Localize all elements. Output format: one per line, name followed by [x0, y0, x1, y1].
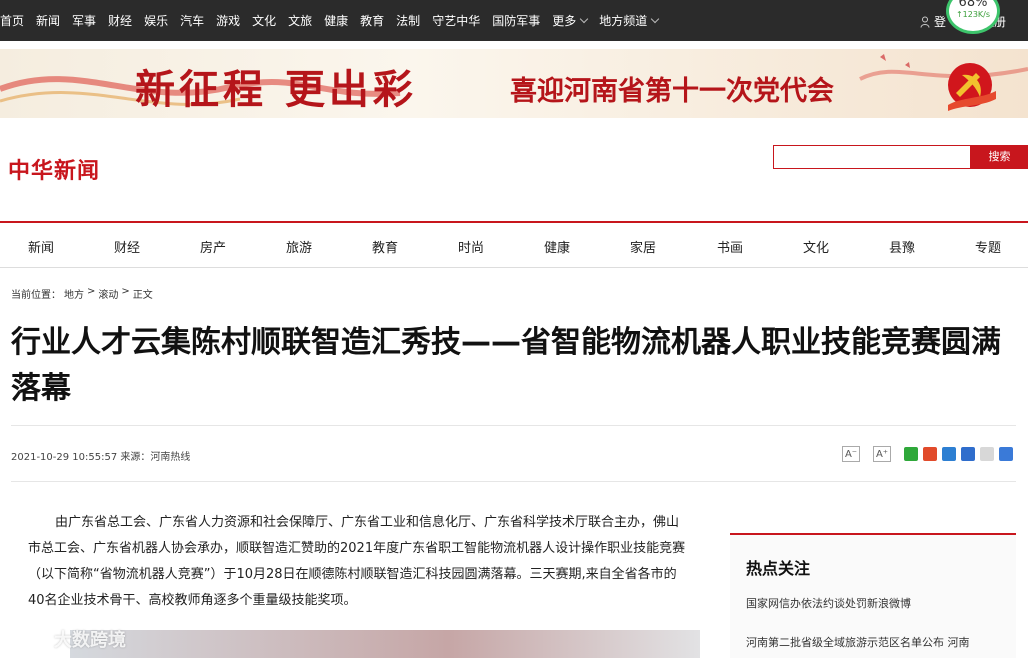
article-tools: A⁻ A⁺ — [842, 446, 1018, 462]
breadcrumb-separator: > — [87, 286, 96, 297]
breadcrumb: 当前位置： 地方 > 滚动 > 正文 — [11, 286, 156, 301]
top-nav-health[interactable]: 健康 — [324, 12, 348, 29]
top-nav-local-label: 地方频道 — [599, 14, 648, 28]
breadcrumb-item-local[interactable]: 地方 — [64, 286, 84, 301]
font-smaller-button[interactable]: A⁻ — [842, 446, 860, 462]
chevron-down-icon — [651, 14, 660, 23]
more-share-icon[interactable] — [999, 447, 1013, 461]
user-icon — [920, 16, 930, 28]
watermark-text: 大数跨境 — [54, 630, 126, 651]
hot-topic-item[interactable]: 国家网信办依法约谈处罚新浪微博 — [746, 595, 911, 611]
top-nav: 首页 新闻 军事 财经 娱乐 汽车 游戏 文化 文旅 健康 教育 法制 守艺中华… — [0, 0, 670, 41]
hot-topics-panel: 热点关注 国家网信办依法约谈处罚新浪微博 河南第二批省级全域旅游示范区名单公布 … — [730, 533, 1016, 658]
watermark-logo-icon — [10, 632, 45, 646]
watermark: 大数跨境 — [8, 626, 126, 652]
channel-health[interactable]: 健康 — [544, 237, 570, 256]
channel-calligraphy[interactable]: 书画 — [717, 237, 743, 256]
speed-rate: ↑123K/s — [955, 10, 991, 19]
top-nav-news[interactable]: 新闻 — [36, 12, 60, 29]
channel-news[interactable]: 新闻 — [28, 237, 54, 256]
site-logo[interactable]: 中华新闻 — [8, 153, 100, 185]
banner-motto: 新征程 更出彩 — [135, 66, 417, 113]
login-link[interactable]: 登 — [934, 13, 946, 30]
banner-subtitle: 喜迎河南省第十一次党代会 — [510, 76, 834, 107]
divider — [11, 425, 1016, 426]
article-title: 行业人才云集陈村顺联智造汇秀技——省智能物流机器人职业技能竞赛圆满落幕 — [11, 325, 1001, 406]
party-emblem-icon — [948, 63, 996, 111]
copy-link-icon[interactable] — [980, 447, 994, 461]
top-nav-more[interactable]: 更多 — [552, 12, 589, 29]
weibo-share-icon[interactable] — [923, 447, 937, 461]
channel-fashion[interactable]: 时尚 — [458, 237, 484, 256]
hot-topic-item[interactable]: 河南第二批省级全域旅游示范区名单公布 河南 — [746, 634, 970, 650]
channel-special[interactable]: 专题 — [975, 237, 1001, 256]
top-nav-entertainment[interactable]: 娱乐 — [144, 12, 168, 29]
top-nav-games[interactable]: 游戏 — [216, 12, 240, 29]
hot-topics-title: 热点关注 — [746, 559, 811, 578]
article-body: 由广东省总工会、广东省人力资源和社会保障厅、广东省工业和信息化厅、广东省科学技术… — [28, 515, 686, 608]
promo-banner[interactable]: 新征程 更出彩 喜迎河南省第十一次党代会 — [0, 49, 1028, 118]
font-larger-button[interactable]: A⁺ — [873, 446, 891, 462]
breadcrumb-prefix: 当前位置： — [11, 290, 61, 301]
channel-education[interactable]: 教育 — [372, 237, 398, 256]
top-nav-military[interactable]: 军事 — [72, 12, 96, 29]
article-meta: 2021-10-29 10:55:57 来源：河南热线 — [11, 452, 191, 463]
top-nav-culture[interactable]: 文化 — [252, 12, 276, 29]
top-nav-education[interactable]: 教育 — [360, 12, 384, 29]
top-nav-finance[interactable]: 财经 — [108, 12, 132, 29]
search-input[interactable] — [773, 145, 971, 169]
top-bar: 首页 新闻 军事 财经 娱乐 汽车 游戏 文化 文旅 健康 教育 法制 守艺中华… — [0, 0, 1028, 41]
top-nav-local[interactable]: 地方频道 — [599, 12, 660, 29]
chevron-down-icon — [579, 14, 589, 23]
article-photo — [70, 630, 700, 658]
channel-culture[interactable]: 文化 — [803, 237, 829, 256]
breadcrumb-item-current: 正文 — [132, 290, 153, 301]
speed-percent: 68% — [958, 0, 988, 10]
top-nav-heritage[interactable]: 守艺中华 — [432, 12, 480, 29]
top-nav-home[interactable]: 首页 — [0, 12, 24, 29]
qzone-share-icon[interactable] — [942, 447, 956, 461]
channel-county[interactable]: 县豫 — [889, 237, 915, 256]
channel-property[interactable]: 房产 — [200, 237, 226, 256]
channel-travel[interactable]: 旅游 — [286, 237, 312, 256]
channel-nav: 新闻 财经 房产 旅游 教育 时尚 健康 家居 书画 文化 县豫 专题 — [0, 221, 1028, 268]
top-nav-law[interactable]: 法制 — [396, 12, 420, 29]
breadcrumb-item-scroll[interactable]: 滚动 — [98, 286, 118, 301]
wechat-share-icon[interactable] — [904, 447, 918, 461]
channel-home[interactable]: 家居 — [630, 237, 656, 256]
search-button[interactable]: 搜索 — [971, 145, 1028, 169]
top-nav-auto[interactable]: 汽车 — [180, 12, 204, 29]
breadcrumb-separator: > — [121, 286, 130, 297]
channel-finance[interactable]: 财经 — [114, 237, 140, 256]
divider — [11, 481, 1016, 482]
top-nav-more-label: 更多 — [552, 14, 577, 28]
qq-share-icon[interactable] — [961, 447, 975, 461]
top-nav-defense[interactable]: 国防军事 — [492, 12, 540, 29]
top-nav-culture-travel[interactable]: 文旅 — [288, 12, 312, 29]
